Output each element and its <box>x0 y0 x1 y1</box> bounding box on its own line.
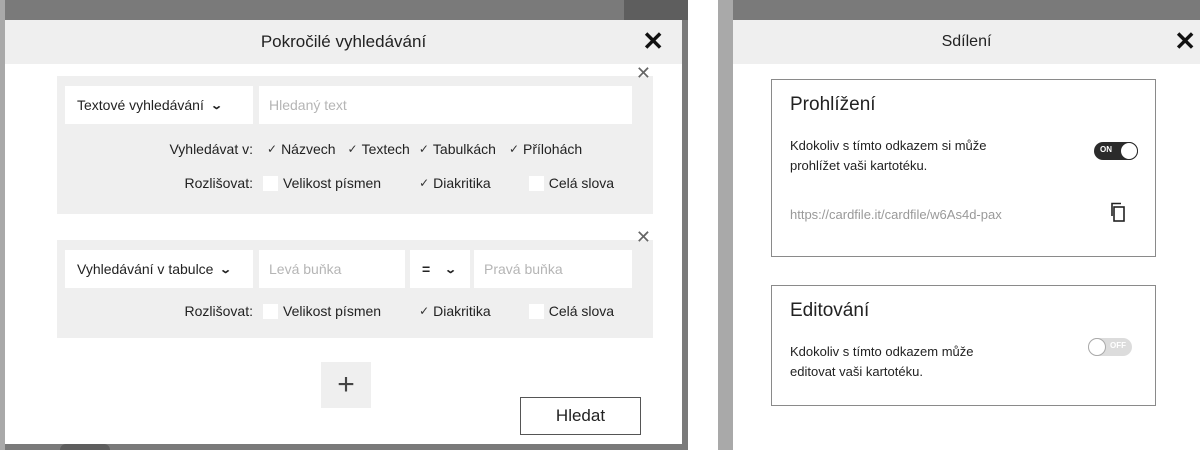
text-search-block: ✕ Textové vyhledávání ⌄ Vyhledávat v: ✓ … <box>57 63 653 214</box>
checkbox-tabulkach[interactable]: ✓ Tabulkách <box>419 141 496 157</box>
modal-title: Pokročilé vyhledávání <box>260 32 427 51</box>
checkbox-label: Tabulkách <box>432 141 496 157</box>
checkbox-velikost-pismen[interactable]: Velikost písmen <box>263 303 381 319</box>
checkbox-nazvech[interactable]: ✓ Názvech <box>267 141 336 157</box>
toggle-knob <box>1120 142 1138 160</box>
distinguish-label: Rozlišovat: <box>184 175 253 191</box>
share-modal: Sdílení ✕ Prohlížení Kdokoliv s tímto od… <box>733 20 1200 450</box>
view-permission-card: Prohlížení Kdokoliv s tímto odkazem si m… <box>771 79 1156 257</box>
left-cell-input[interactable] <box>259 250 405 288</box>
search-button[interactable]: Hledat <box>520 397 641 435</box>
backdrop-image <box>624 0 688 20</box>
chevron-down-icon: ⌄ <box>210 99 223 112</box>
edit-permission-card: Editování Kdokoliv s tímto odkazem může … <box>771 285 1156 406</box>
toggle-knob <box>1088 338 1106 356</box>
close-icon[interactable]: ✕ <box>1174 26 1196 57</box>
checkbox-diakritika[interactable]: ✓ Diakritika <box>419 303 491 319</box>
checkbox-label: Názvech <box>281 141 336 157</box>
copy-icon[interactable] <box>1110 202 1126 222</box>
checkbox-label: Přílohách <box>523 141 583 157</box>
search-mode-select[interactable]: Textové vyhledávání ⌄ <box>65 86 253 124</box>
operator-select[interactable]: = ⌄ <box>410 250 470 288</box>
check-icon: ✓ <box>267 142 278 156</box>
check-icon: ✓ <box>419 304 430 318</box>
checkbox-cela-slova[interactable]: Celá slova <box>528 175 615 191</box>
modal-header: Pokročilé vyhledávání ✕ <box>5 20 682 64</box>
checkbox-label: Celá slova <box>548 175 615 191</box>
checkbox-label: Velikost písmen <box>283 175 382 191</box>
table-mode-select[interactable]: Vyhledávání v tabulce ⌄ <box>65 250 253 288</box>
backdrop-strip <box>718 0 733 450</box>
view-toggle[interactable]: ON <box>1094 142 1138 160</box>
checkbox-cela-slova[interactable]: Celá slova <box>528 303 615 319</box>
chevron-down-icon: ⌄ <box>219 263 233 276</box>
checkbox-box <box>528 303 544 319</box>
modal-title: Sdílení <box>941 33 992 50</box>
toggle-label: OFF <box>1110 341 1126 350</box>
search-text-input[interactable] <box>259 86 632 124</box>
checkbox-box <box>263 175 278 191</box>
check-icon: ✓ <box>419 176 430 190</box>
checkbox-box <box>263 303 278 319</box>
distinguish-label: Rozlišovat: <box>184 303 253 319</box>
add-criterion-button[interactable]: + <box>321 362 371 408</box>
share-link[interactable]: https://cardfile.it/cardfile/w6As4d-pax <box>790 207 1002 222</box>
table-mode-label: Vyhledávání v tabulce <box>77 261 214 277</box>
toggle-label: ON <box>1100 145 1112 154</box>
modal-header: Sdílení ✕ <box>733 20 1200 64</box>
remove-block-icon[interactable]: ✕ <box>636 227 651 248</box>
advanced-search-modal: Pokročilé vyhledávání ✕ ✕ Textové vyhled… <box>5 20 682 444</box>
card-title: Prohlížení <box>790 94 876 115</box>
checkbox-prilohach[interactable]: ✓ Přílohách <box>509 141 582 157</box>
card-description: Kdokoliv s tímto odkazem si může prohlíž… <box>790 138 987 173</box>
plus-icon: + <box>337 368 355 401</box>
checkbox-label: Textech <box>361 141 410 157</box>
check-icon: ✓ <box>418 142 429 156</box>
card-description: Kdokoliv s tímto odkazem může editovat v… <box>790 344 974 379</box>
checkbox-label: Celá slova <box>548 303 615 319</box>
close-icon[interactable]: ✕ <box>642 26 664 57</box>
card-title: Editování <box>790 300 870 321</box>
search-mode-label: Textové vyhledávání <box>77 97 204 113</box>
checkbox-velikost-pismen[interactable]: Velikost písmen <box>263 175 381 191</box>
checkbox-textech[interactable]: ✓ Textech <box>348 141 410 157</box>
edit-toggle[interactable]: OFF <box>1088 338 1132 356</box>
checkbox-label: Diakritika <box>433 303 491 319</box>
checkbox-diakritika[interactable]: ✓ Diakritika <box>419 175 491 191</box>
check-icon: ✓ <box>347 142 358 156</box>
backdrop-shape <box>60 444 110 450</box>
checkbox-label: Diakritika <box>433 175 491 191</box>
search-in-label: Vyhledávat v: <box>169 141 253 157</box>
operator-label: = <box>422 261 431 277</box>
remove-block-icon[interactable]: ✕ <box>636 63 651 84</box>
right-cell-input[interactable] <box>474 250 632 288</box>
checkbox-label: Velikost písmen <box>283 303 382 319</box>
table-search-block: ✕ Vyhledávání v tabulce ⌄ = ⌄ Rozlišovat… <box>57 227 653 338</box>
chevron-down-icon: ⌄ <box>444 263 458 276</box>
check-icon: ✓ <box>508 142 520 156</box>
checkbox-box <box>528 175 544 191</box>
